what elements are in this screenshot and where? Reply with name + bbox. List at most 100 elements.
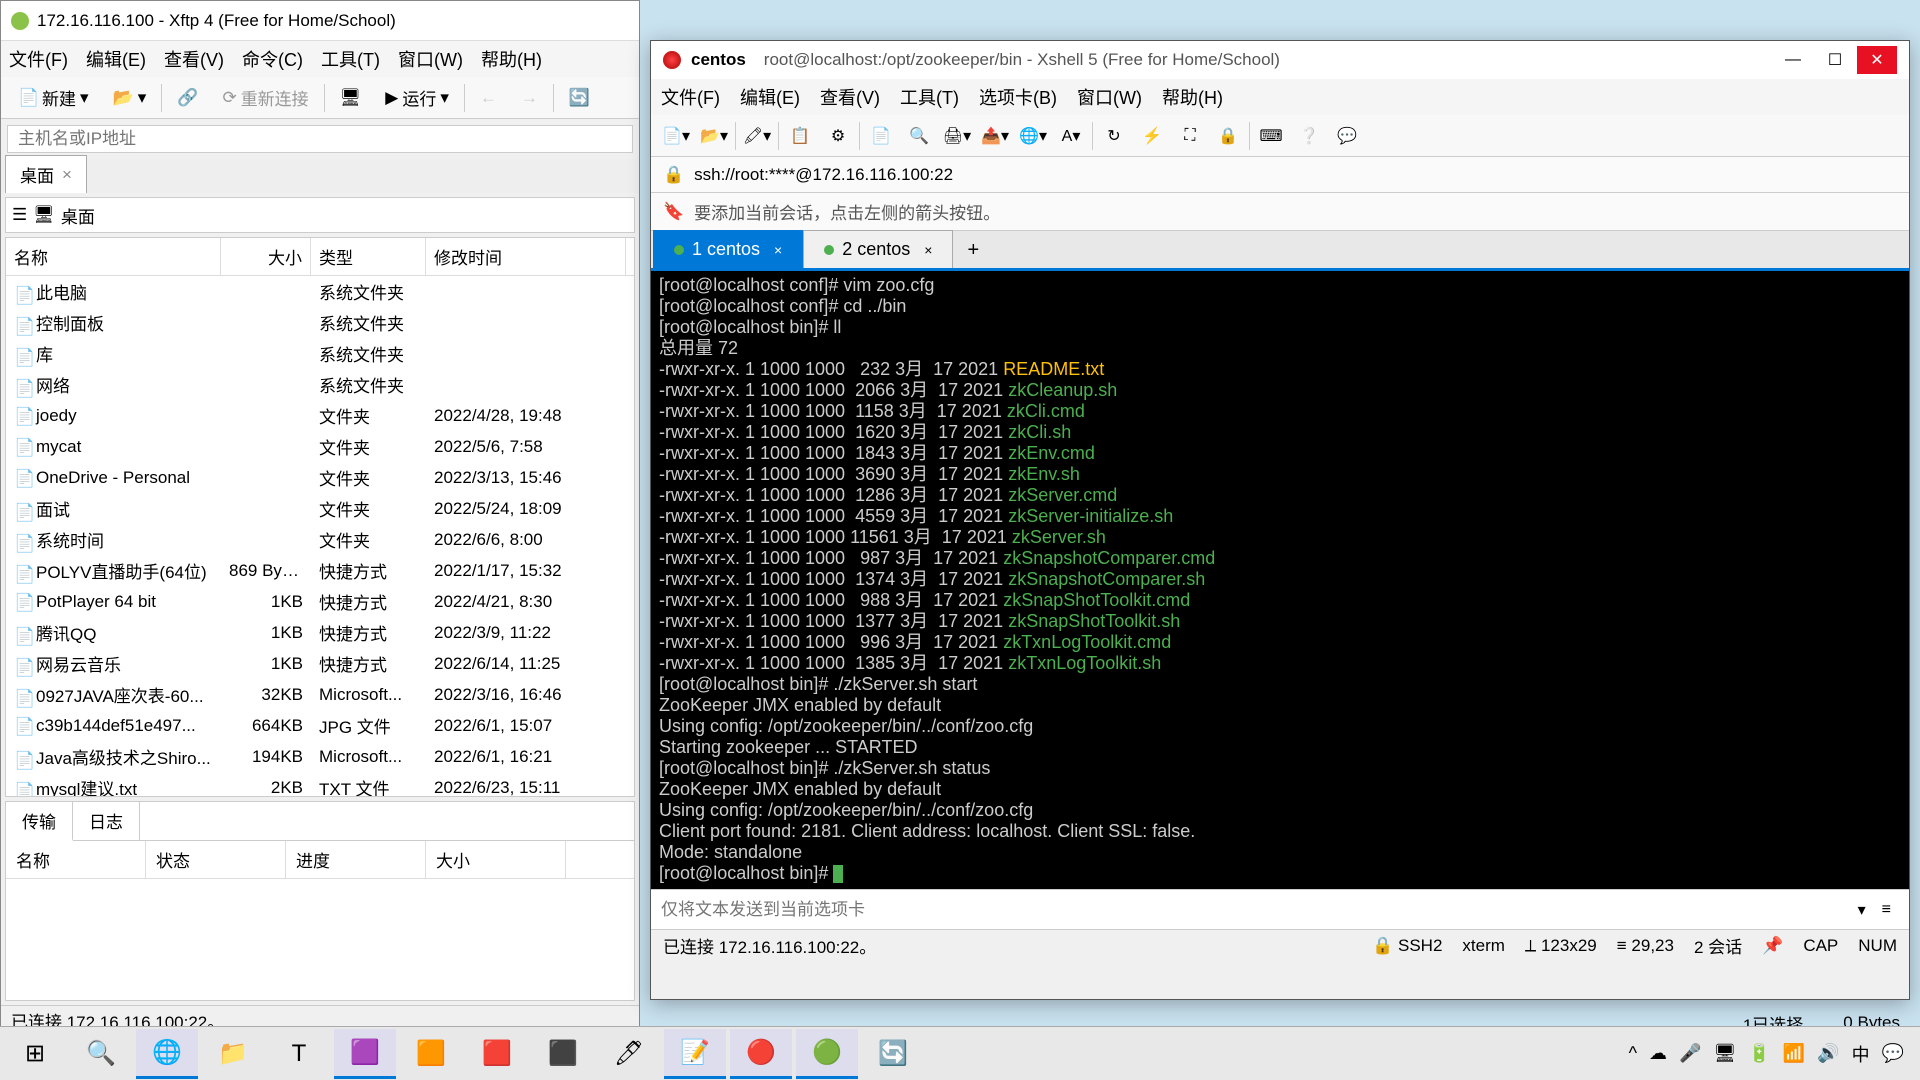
mic-icon[interactable]: 🎤: [1679, 1043, 1701, 1064]
sync-button[interactable]: 🔄: [560, 83, 599, 113]
dropdown-icon[interactable]: ▾: [1850, 900, 1874, 920]
reconnect-icon[interactable]: ↻: [1097, 119, 1131, 153]
menu-item[interactable]: 编辑(E): [740, 84, 800, 110]
file-row[interactable]: 📄POLYV直播助手(64位)869 Bytes快捷方式2022/1/17, 1…: [6, 555, 634, 586]
xshell-task[interactable]: 🔴: [730, 1029, 792, 1079]
chrome-task[interactable]: 🌐: [136, 1029, 198, 1079]
desktop-tab[interactable]: 桌面 ×: [5, 155, 87, 193]
menu-item[interactable]: 工具(T): [321, 46, 380, 72]
menu-item[interactable]: 文件(F): [9, 46, 68, 72]
pen-task[interactable]: 🖊: [598, 1029, 660, 1079]
address-input[interactable]: [7, 125, 633, 153]
log-tab[interactable]: 日志: [73, 802, 140, 840]
ime-icon[interactable]: 中: [1852, 1041, 1870, 1067]
menu-item[interactable]: 文件(F): [661, 84, 720, 110]
menu-item[interactable]: 编辑(E): [86, 46, 146, 72]
close-icon[interactable]: ×: [924, 242, 932, 258]
tcol-name[interactable]: 名称: [6, 841, 146, 878]
xftp-titlebar[interactable]: 172.16.116.100 - Xftp 4 (Free for Home/S…: [1, 1, 639, 41]
explorer-task[interactable]: 📁: [202, 1029, 264, 1079]
path-bar[interactable]: ☰ 🖥 桌面: [5, 197, 635, 233]
close-icon[interactable]: ×: [62, 165, 72, 185]
menu-item[interactable]: 查看(V): [820, 84, 880, 110]
search-button[interactable]: 🔍: [902, 119, 936, 153]
forward-button[interactable]: →: [512, 83, 547, 113]
xftp-task[interactable]: 🟢: [796, 1029, 858, 1079]
display-icon[interactable]: 🖥: [1713, 1043, 1736, 1064]
file-row[interactable]: 📄此电脑系统文件夹: [6, 276, 634, 307]
menu-item[interactable]: 工具(T): [900, 84, 959, 110]
chat-icon[interactable]: 💬: [1330, 119, 1364, 153]
file-row[interactable]: 📄mycat文件夹2022/5/6, 7:58: [6, 431, 634, 462]
notepad-task[interactable]: 📝: [664, 1029, 726, 1079]
minimize-button[interactable]: —: [1773, 46, 1813, 74]
pin-icon[interactable]: 📌: [1762, 936, 1783, 956]
file-row[interactable]: 📄joedy文件夹2022/4/28, 19:48: [6, 400, 634, 431]
keyboard-icon[interactable]: ⌨: [1254, 119, 1288, 153]
link-button[interactable]: 🔗: [168, 83, 207, 113]
file-row[interactable]: 📄网易云音乐1KB快捷方式2022/6/14, 11:25: [6, 648, 634, 679]
col-name[interactable]: 名称: [6, 238, 221, 275]
copy-button[interactable]: 📋: [783, 119, 817, 153]
bookmark-icon[interactable]: 🔖: [663, 202, 684, 222]
file-row[interactable]: 📄PotPlayer 64 bit1KB快捷方式2022/4/21, 8:30: [6, 586, 634, 617]
menu-item[interactable]: 命令(C): [242, 46, 303, 72]
session-tab[interactable]: 1 centos×: [653, 230, 803, 268]
file-row[interactable]: 📄系统时间文件夹2022/6/6, 8:00: [6, 524, 634, 555]
file-row[interactable]: 📄0927JAVA座次表-60...32KBMicrosoft...2022/3…: [6, 679, 634, 710]
menu-item[interactable]: 窗口(W): [398, 46, 463, 72]
lock-icon[interactable]: 🔒: [1211, 119, 1245, 153]
file-row[interactable]: 📄库系统文件夹: [6, 338, 634, 369]
file-row[interactable]: 📄腾讯QQ1KB快捷方式2022/3/9, 11:22: [6, 617, 634, 648]
add-tab-button[interactable]: +: [953, 233, 993, 268]
menu-item[interactable]: 查看(V): [164, 46, 224, 72]
font-button[interactable]: A▾: [1054, 119, 1088, 153]
tcol-status[interactable]: 状态: [146, 841, 286, 878]
notifications-icon[interactable]: 💬: [1882, 1043, 1904, 1064]
chevron-up-icon[interactable]: ^: [1629, 1043, 1637, 1064]
compose-input[interactable]: [661, 900, 1850, 920]
battery-icon[interactable]: 🔋: [1748, 1043, 1770, 1064]
back-button[interactable]: ←: [471, 83, 506, 113]
col-time[interactable]: 修改时间: [426, 238, 626, 275]
connection-url[interactable]: ssh://root:****@172.16.116.100:22: [694, 165, 953, 185]
props-button[interactable]: ⚙: [821, 119, 855, 153]
session-tab[interactable]: 2 centos×: [803, 230, 953, 268]
file-list[interactable]: 名称 大小 类型 修改时间 📄此电脑系统文件夹📄控制面板系统文件夹📄库系统文件夹…: [5, 237, 635, 797]
file-row[interactable]: 📄控制面板系统文件夹: [6, 307, 634, 338]
sync-task[interactable]: 🔄: [862, 1029, 924, 1079]
menu-item[interactable]: 选项卡(B): [979, 84, 1057, 110]
col-size[interactable]: 大小: [221, 238, 311, 275]
close-button[interactable]: ✕: [1857, 46, 1897, 74]
xampp-task[interactable]: 🟧: [400, 1029, 462, 1079]
close-icon[interactable]: ×: [774, 242, 782, 258]
file-row[interactable]: 📄OneDrive - Personal文件夹2022/3/13, 15:46: [6, 462, 634, 493]
highlighter-button[interactable]: 🖍▾: [740, 119, 774, 153]
file-row[interactable]: 📄网络系统文件夹: [6, 369, 634, 400]
print-button[interactable]: 🖨▾: [940, 119, 974, 153]
paste-button[interactable]: 📄: [864, 119, 898, 153]
new-session-button[interactable]: 📄 新建 ▾: [9, 80, 98, 115]
view-button[interactable]: 🖥: [331, 83, 371, 113]
menu-item[interactable]: 帮助(H): [1162, 84, 1223, 110]
menu-item[interactable]: 窗口(W): [1077, 84, 1142, 110]
windows-taskbar[interactable]: ⊞ 🔍 🌐 📁 T 🟪 🟧 🟥 ⬛ 🖊 📝 🔴 🟢 🔄 ^ ☁ 🎤 🖥 🔋 📶 …: [0, 1026, 1920, 1080]
menu-item[interactable]: 帮助(H): [481, 46, 542, 72]
xshell-titlebar[interactable]: centos root@localhost:/opt/zookeeper/bin…: [651, 41, 1909, 79]
fullscreen-icon[interactable]: ⛶: [1173, 119, 1207, 153]
disconnect-icon[interactable]: ⚡: [1135, 119, 1169, 153]
new-tab-button[interactable]: 📄▾: [659, 119, 693, 153]
file-row[interactable]: 📄面试文件夹2022/5/24, 18:09: [6, 493, 634, 524]
file-row[interactable]: 📄c39b144def51e497...664KBJPG 文件2022/6/1,…: [6, 710, 634, 741]
wifi-icon[interactable]: 📶: [1783, 1043, 1805, 1064]
cmd-task[interactable]: ⬛: [532, 1029, 594, 1079]
help-icon[interactable]: ❔: [1292, 119, 1326, 153]
open-button[interactable]: 📂▾: [697, 119, 731, 153]
terminal[interactable]: [root@localhost conf]# vim zoo.cfg[root@…: [651, 271, 1909, 889]
menu-icon[interactable]: ≡: [1874, 901, 1899, 919]
start-button[interactable]: ⊞: [4, 1029, 66, 1079]
cloud-icon[interactable]: ☁: [1649, 1043, 1667, 1064]
transfer-tab[interactable]: 传输: [6, 802, 73, 841]
col-type[interactable]: 类型: [311, 238, 426, 275]
transfer-button[interactable]: 📤▾: [978, 119, 1012, 153]
